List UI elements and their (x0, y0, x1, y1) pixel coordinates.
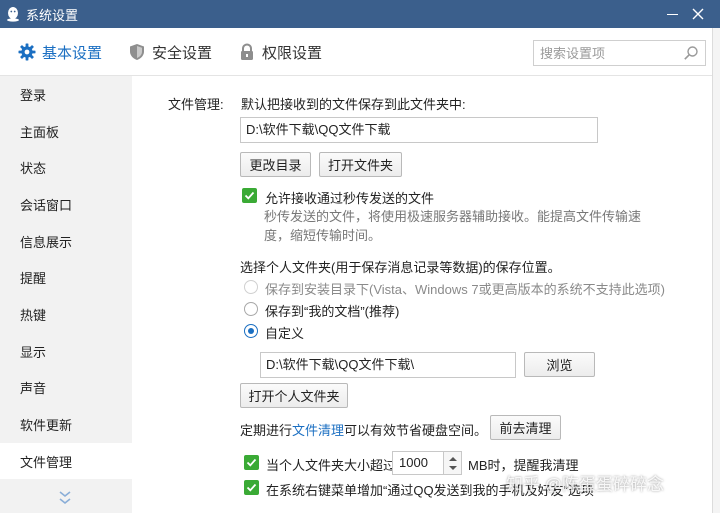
section-title: 文件管理: (168, 97, 224, 112)
gear-icon (18, 43, 36, 61)
radio-custom-label: 自定义 (265, 326, 305, 341)
minimize-icon (666, 13, 678, 15)
file-cleanup-link[interactable]: 文件清理 (292, 423, 344, 438)
sidebar-item-label: 提醒 (20, 270, 47, 286)
sidebar-item-info-display[interactable]: 信息展示 (0, 223, 132, 259)
change-directory-button[interactable]: 更改目录 (240, 152, 311, 177)
size-threshold-input[interactable]: 1000 (392, 451, 444, 475)
sidebar-item-label: 声音 (20, 380, 47, 396)
checkmark-icon (244, 191, 255, 200)
instant-transfer-description-line2: 度，缩短传输时间。 (264, 228, 382, 243)
radio-custom[interactable] (244, 324, 258, 338)
watermark: 知乎 @陈蛋蛋碎碎念 (506, 475, 664, 494)
sidebar-item-label: 软件更新 (20, 417, 73, 433)
sidebar-item-label: 会话窗口 (20, 197, 73, 213)
save-folder-label: 默认把接收到的文件保存到此文件夹中: (241, 97, 466, 112)
instant-transfer-description-line1: 秒传发送的文件，将使用极速服务器辅助接收。能提高文件传输速 (264, 209, 642, 224)
sidebar-item-chat-window[interactable]: 会话窗口 (0, 186, 132, 222)
sidebar-item-label: 主面板 (20, 124, 60, 140)
custom-path-field[interactable]: D:\软件下载\QQ文件下载\ (260, 352, 516, 378)
tab-permission-settings[interactable]: 权限设置 (238, 28, 322, 76)
sidebar-item-sound[interactable]: 声音 (0, 369, 132, 405)
shield-icon (128, 43, 146, 61)
radio-my-documents[interactable] (244, 302, 258, 316)
search-input[interactable] (540, 41, 680, 65)
sidebar-item-label: 信息展示 (20, 234, 73, 250)
sidebar-item-label: 显示 (20, 344, 47, 360)
sidebar-item-label: 登录 (20, 87, 47, 103)
sidebar-item-display[interactable]: 显示 (0, 333, 132, 369)
settings-search-box[interactable] (533, 40, 706, 66)
settings-sidebar: 登录 主面板 状态 会话窗口 信息展示 提醒 热键 显示 声音 软件更新 文件管… (0, 76, 132, 513)
spin-down-icon[interactable] (449, 466, 457, 470)
tab-label: 基本设置 (42, 44, 103, 62)
sidebar-item-label: 状态 (20, 160, 47, 176)
title-bar: 系统设置 (0, 0, 720, 28)
size-alert-checkbox[interactable] (244, 455, 259, 470)
checkmark-icon (246, 483, 257, 492)
sidebar-item-main-panel[interactable]: 主面板 (0, 113, 132, 149)
size-threshold-spinner[interactable] (444, 451, 462, 475)
file-management-panel: 文件管理: 默认把接收到的文件保存到此文件夹中: D:\软件下载\QQ文件下载 … (132, 77, 712, 513)
close-button[interactable] (686, 3, 710, 25)
size-alert-prefix: 当个人文件夹大小超过 (266, 458, 397, 473)
sidebar-item-software-update[interactable]: 软件更新 (0, 406, 132, 442)
sidebar-item-label: 热键 (20, 307, 47, 323)
spin-up-icon[interactable] (449, 457, 457, 461)
window-title: 系统设置 (26, 7, 79, 23)
radio-install-dir-label: 保存到安装目录下(Vista、Windows 7或更高版本的系统不支持此选项) (265, 282, 665, 297)
save-folder-path-field[interactable]: D:\软件下载\QQ文件下载 (240, 117, 598, 143)
scroll-down-chevron-icon[interactable] (56, 488, 74, 508)
lock-icon (238, 43, 256, 61)
qq-penguin-icon (7, 7, 19, 22)
search-icon[interactable] (683, 45, 699, 61)
checkmark-icon (246, 458, 257, 467)
tab-security-settings[interactable]: 安全设置 (128, 28, 212, 76)
tab-bar: 基本设置 安全设置 权限设置 (0, 28, 720, 76)
sidebar-item-reminder[interactable]: 提醒 (0, 259, 132, 295)
background-window-edge (712, 28, 720, 513)
open-folder-button[interactable]: 打开文件夹 (319, 152, 402, 177)
allow-instant-transfer-label: 允许接收通过秒传发送的文件 (265, 191, 435, 206)
minimize-button[interactable] (660, 4, 684, 24)
cleanup-hint: 定期进行文件清理可以有效节省硬盘空间。 (240, 420, 487, 439)
close-icon (692, 8, 704, 20)
tab-label: 权限设置 (262, 44, 323, 62)
sidebar-item-hotkeys[interactable]: 热键 (0, 296, 132, 332)
cleanup-hint-suffix: 可以有效节省硬盘空间。 (344, 423, 488, 438)
sidebar-item-label: 文件管理 (20, 454, 73, 470)
go-cleanup-button[interactable]: 前去清理 (490, 415, 561, 440)
radio-my-documents-label: 保存到“我的文档”(推荐) (265, 304, 400, 319)
open-personal-folder-button[interactable]: 打开个人文件夹 (240, 383, 348, 408)
browse-button[interactable]: 浏览 (524, 352, 595, 377)
context-menu-checkbox[interactable] (244, 480, 259, 495)
cleanup-hint-prefix: 定期进行 (240, 423, 293, 438)
sidebar-item-login[interactable]: 登录 (0, 76, 132, 112)
sidebar-item-file-management[interactable]: 文件管理 (0, 443, 132, 479)
personal-folder-label: 选择个人文件夹(用于保存消息记录等数据)的保存位置。 (240, 260, 561, 275)
allow-instant-transfer-checkbox[interactable] (242, 188, 257, 203)
sidebar-item-status[interactable]: 状态 (0, 149, 132, 185)
radio-install-dir[interactable] (244, 280, 258, 294)
tab-label: 安全设置 (152, 44, 213, 62)
tab-basic-settings[interactable]: 基本设置 (18, 28, 102, 76)
